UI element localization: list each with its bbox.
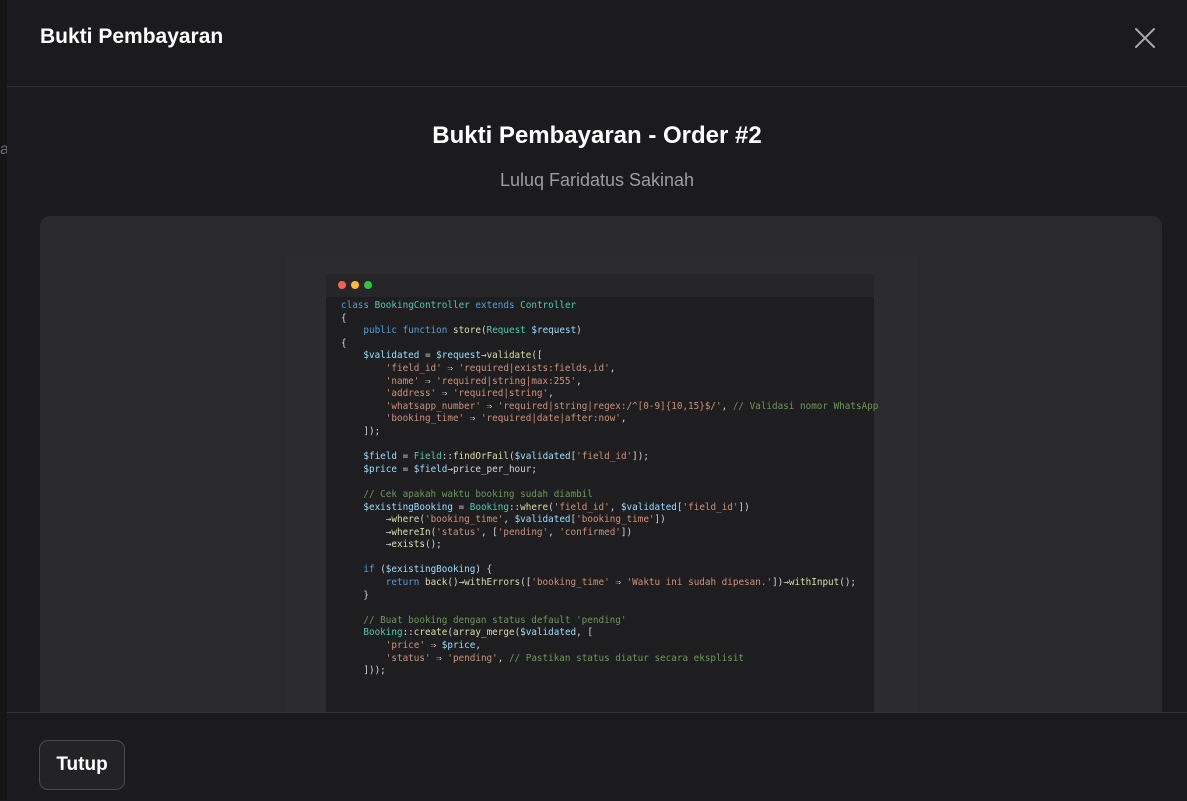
close-button[interactable] bbox=[1133, 26, 1157, 50]
code-block: class BookingController extends Controll… bbox=[341, 300, 879, 677]
modal-footer: Tutup bbox=[7, 712, 1187, 801]
payment-proof-modal: Bukti Pembayaran Bukti Pembayaran - Orde… bbox=[7, 0, 1187, 801]
order-heading: Bukti Pembayaran - Order #2 bbox=[432, 122, 762, 149]
code-screenshot: class BookingController extends Controll… bbox=[326, 274, 878, 736]
modal-header: Bukti Pembayaran bbox=[7, 0, 1187, 87]
code-window-titlebar bbox=[326, 274, 874, 297]
tutup-button[interactable]: Tutup bbox=[39, 740, 125, 790]
page-backdrop: a bbox=[0, 0, 9, 800]
close-icon bbox=[1135, 28, 1155, 48]
customer-name: Luluq Faridatus Sakinah bbox=[499, 170, 695, 190]
window-minimize-dot bbox=[351, 281, 359, 289]
window-close-dot bbox=[338, 281, 346, 289]
payment-proof-image: class BookingController extends Controll… bbox=[285, 256, 917, 736]
window-maximize-dot bbox=[364, 281, 372, 289]
modal-title: Bukti Pembayaran bbox=[40, 25, 224, 48]
payment-proof-frame: class BookingController extends Controll… bbox=[40, 216, 1162, 736]
